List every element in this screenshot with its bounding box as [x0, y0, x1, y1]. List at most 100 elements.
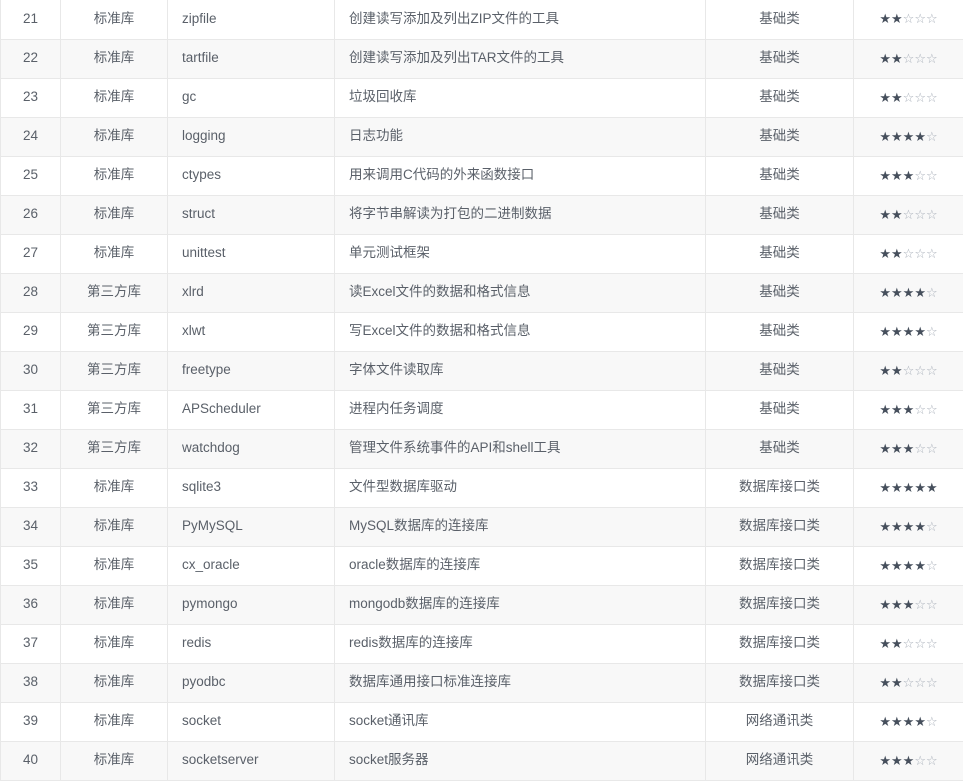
row-index-cell: 25 [0, 156, 61, 196]
category-cell: 数据库接口类 [705, 663, 854, 703]
star-empty-icon: ☆ [914, 206, 926, 222]
star-rating: ★★☆☆☆ [879, 363, 937, 379]
row-index-cell: 34 [0, 507, 61, 547]
library-type-cell: 标准库 [60, 78, 168, 118]
star-rating: ★★★★☆ [879, 558, 937, 574]
category-cell: 基础类 [705, 156, 854, 196]
row-index-cell: 31 [0, 390, 61, 430]
star-empty-icon: ☆ [925, 50, 938, 66]
star-rating: ★★★★☆ [879, 519, 937, 535]
category-cell: 基础类 [705, 0, 854, 40]
star-filled-icon: ★ [902, 557, 915, 573]
star-rating: ★★☆☆☆ [879, 246, 937, 262]
module-name-cell: xlwt [167, 312, 335, 352]
category-cell: 数据库接口类 [705, 546, 854, 586]
star-filled-icon: ★ [902, 440, 915, 456]
star-empty-icon: ☆ [902, 50, 915, 66]
star-filled-icon: ★ [891, 440, 903, 456]
rating-cell: ★★★☆☆ [853, 585, 963, 625]
row-index-cell: 37 [0, 624, 61, 664]
row-index-cell: 38 [0, 663, 61, 703]
star-filled-icon: ★ [902, 323, 915, 339]
row-index-cell: 40 [0, 741, 61, 781]
category-cell: 数据库接口类 [705, 468, 854, 508]
star-empty-icon: ☆ [925, 440, 938, 456]
star-filled-icon: ★ [891, 50, 903, 66]
star-rating: ★★★★★ [879, 480, 937, 496]
star-filled-icon: ★ [891, 245, 903, 261]
table-row: 23 标准库 gc 垃圾回收库 基础类 ★★☆☆☆ [0, 78, 963, 118]
module-name-cell: zipfile [167, 0, 335, 40]
star-empty-icon: ☆ [925, 11, 938, 27]
star-filled-icon: ★ [891, 713, 903, 729]
rating-cell: ★★★☆☆ [853, 390, 963, 430]
rating-cell: ★★★☆☆ [853, 156, 963, 196]
row-index-cell: 30 [0, 351, 61, 391]
star-filled-icon: ★ [891, 89, 903, 105]
star-filled-icon: ★ [902, 128, 915, 144]
category-cell: 网络通讯类 [705, 741, 854, 781]
category-cell: 基础类 [705, 78, 854, 118]
star-empty-icon: ☆ [902, 206, 915, 222]
module-name-cell: sqlite3 [167, 468, 335, 508]
star-filled-icon: ★ [902, 752, 915, 768]
rating-cell: ★★★★★ [853, 468, 963, 508]
star-filled-icon: ★ [879, 713, 892, 729]
description-cell: 管理文件系统事件的API和shell工具 [334, 429, 706, 469]
table-row: 24 标准库 logging 日志功能 基础类 ★★★★☆ [0, 117, 963, 157]
star-filled-icon: ★ [902, 596, 915, 612]
star-filled-icon: ★ [879, 479, 892, 495]
star-filled-icon: ★ [879, 440, 892, 456]
category-cell: 基础类 [705, 195, 854, 235]
category-cell: 基础类 [705, 39, 854, 79]
row-index-cell: 29 [0, 312, 61, 352]
star-filled-icon: ★ [879, 167, 892, 183]
star-empty-icon: ☆ [925, 752, 938, 768]
category-cell: 基础类 [705, 390, 854, 430]
library-table-body: 21 标准库 zipfile 创建读写添加及列出ZIP文件的工具 基础类 ★★☆☆☆ 22 标… [0, 0, 963, 781]
star-filled-icon: ★ [879, 752, 892, 768]
row-index-cell: 24 [0, 117, 61, 157]
module-name-cell: xlrd [167, 273, 335, 313]
category-cell: 数据库接口类 [705, 507, 854, 547]
star-rating: ★★☆☆☆ [879, 636, 937, 652]
star-rating: ★★★★☆ [879, 285, 937, 301]
module-name-cell: unittest [167, 234, 335, 274]
rating-cell: ★★☆☆☆ [853, 351, 963, 391]
rating-cell: ★★☆☆☆ [853, 195, 963, 235]
star-filled-icon: ★ [879, 128, 892, 144]
table-row: 39 标准库 socket socket通讯库 网络通讯类 ★★★★☆ [0, 702, 963, 742]
description-cell: 用来调用C代码的外来函数接口 [334, 156, 706, 196]
star-filled-icon: ★ [879, 50, 892, 66]
star-filled-icon: ★ [891, 167, 903, 183]
star-empty-icon: ☆ [914, 245, 926, 261]
star-filled-icon: ★ [879, 362, 892, 378]
star-empty-icon: ☆ [914, 50, 926, 66]
library-type-cell: 标准库 [60, 234, 168, 274]
star-empty-icon: ☆ [914, 674, 926, 690]
star-empty-icon: ☆ [925, 518, 938, 534]
star-filled-icon: ★ [891, 206, 903, 222]
star-empty-icon: ☆ [914, 11, 926, 27]
star-filled-icon: ★ [879, 518, 892, 534]
rating-cell: ★★★★☆ [853, 273, 963, 313]
star-filled-icon: ★ [879, 206, 892, 222]
module-name-cell: tartfile [167, 39, 335, 79]
star-filled-icon: ★ [891, 674, 903, 690]
category-cell: 数据库接口类 [705, 624, 854, 664]
table-row: 40 标准库 socketserver socket服务器 网络通讯类 ★★★☆☆ [0, 741, 963, 781]
row-index-cell: 28 [0, 273, 61, 313]
table-row: 27 标准库 unittest 单元测试框架 基础类 ★★☆☆☆ [0, 234, 963, 274]
python-library-table: 21 标准库 zipfile 创建读写添加及列出ZIP文件的工具 基础类 ★★☆☆☆ 22 标… [0, 0, 963, 781]
rating-cell: ★★★★☆ [853, 507, 963, 547]
table-row: 31 第三方库 APScheduler 进程内任务调度 基础类 ★★★☆☆ [0, 390, 963, 430]
star-rating: ★★★☆☆ [879, 402, 937, 418]
star-empty-icon: ☆ [914, 752, 926, 768]
star-filled-icon: ★ [879, 245, 892, 261]
star-rating: ★★★☆☆ [879, 441, 937, 457]
library-type-cell: 第三方库 [60, 429, 168, 469]
star-rating: ★★☆☆☆ [879, 11, 937, 27]
module-name-cell: PyMySQL [167, 507, 335, 547]
rating-cell: ★★★★☆ [853, 117, 963, 157]
description-cell: socket服务器 [334, 741, 706, 781]
